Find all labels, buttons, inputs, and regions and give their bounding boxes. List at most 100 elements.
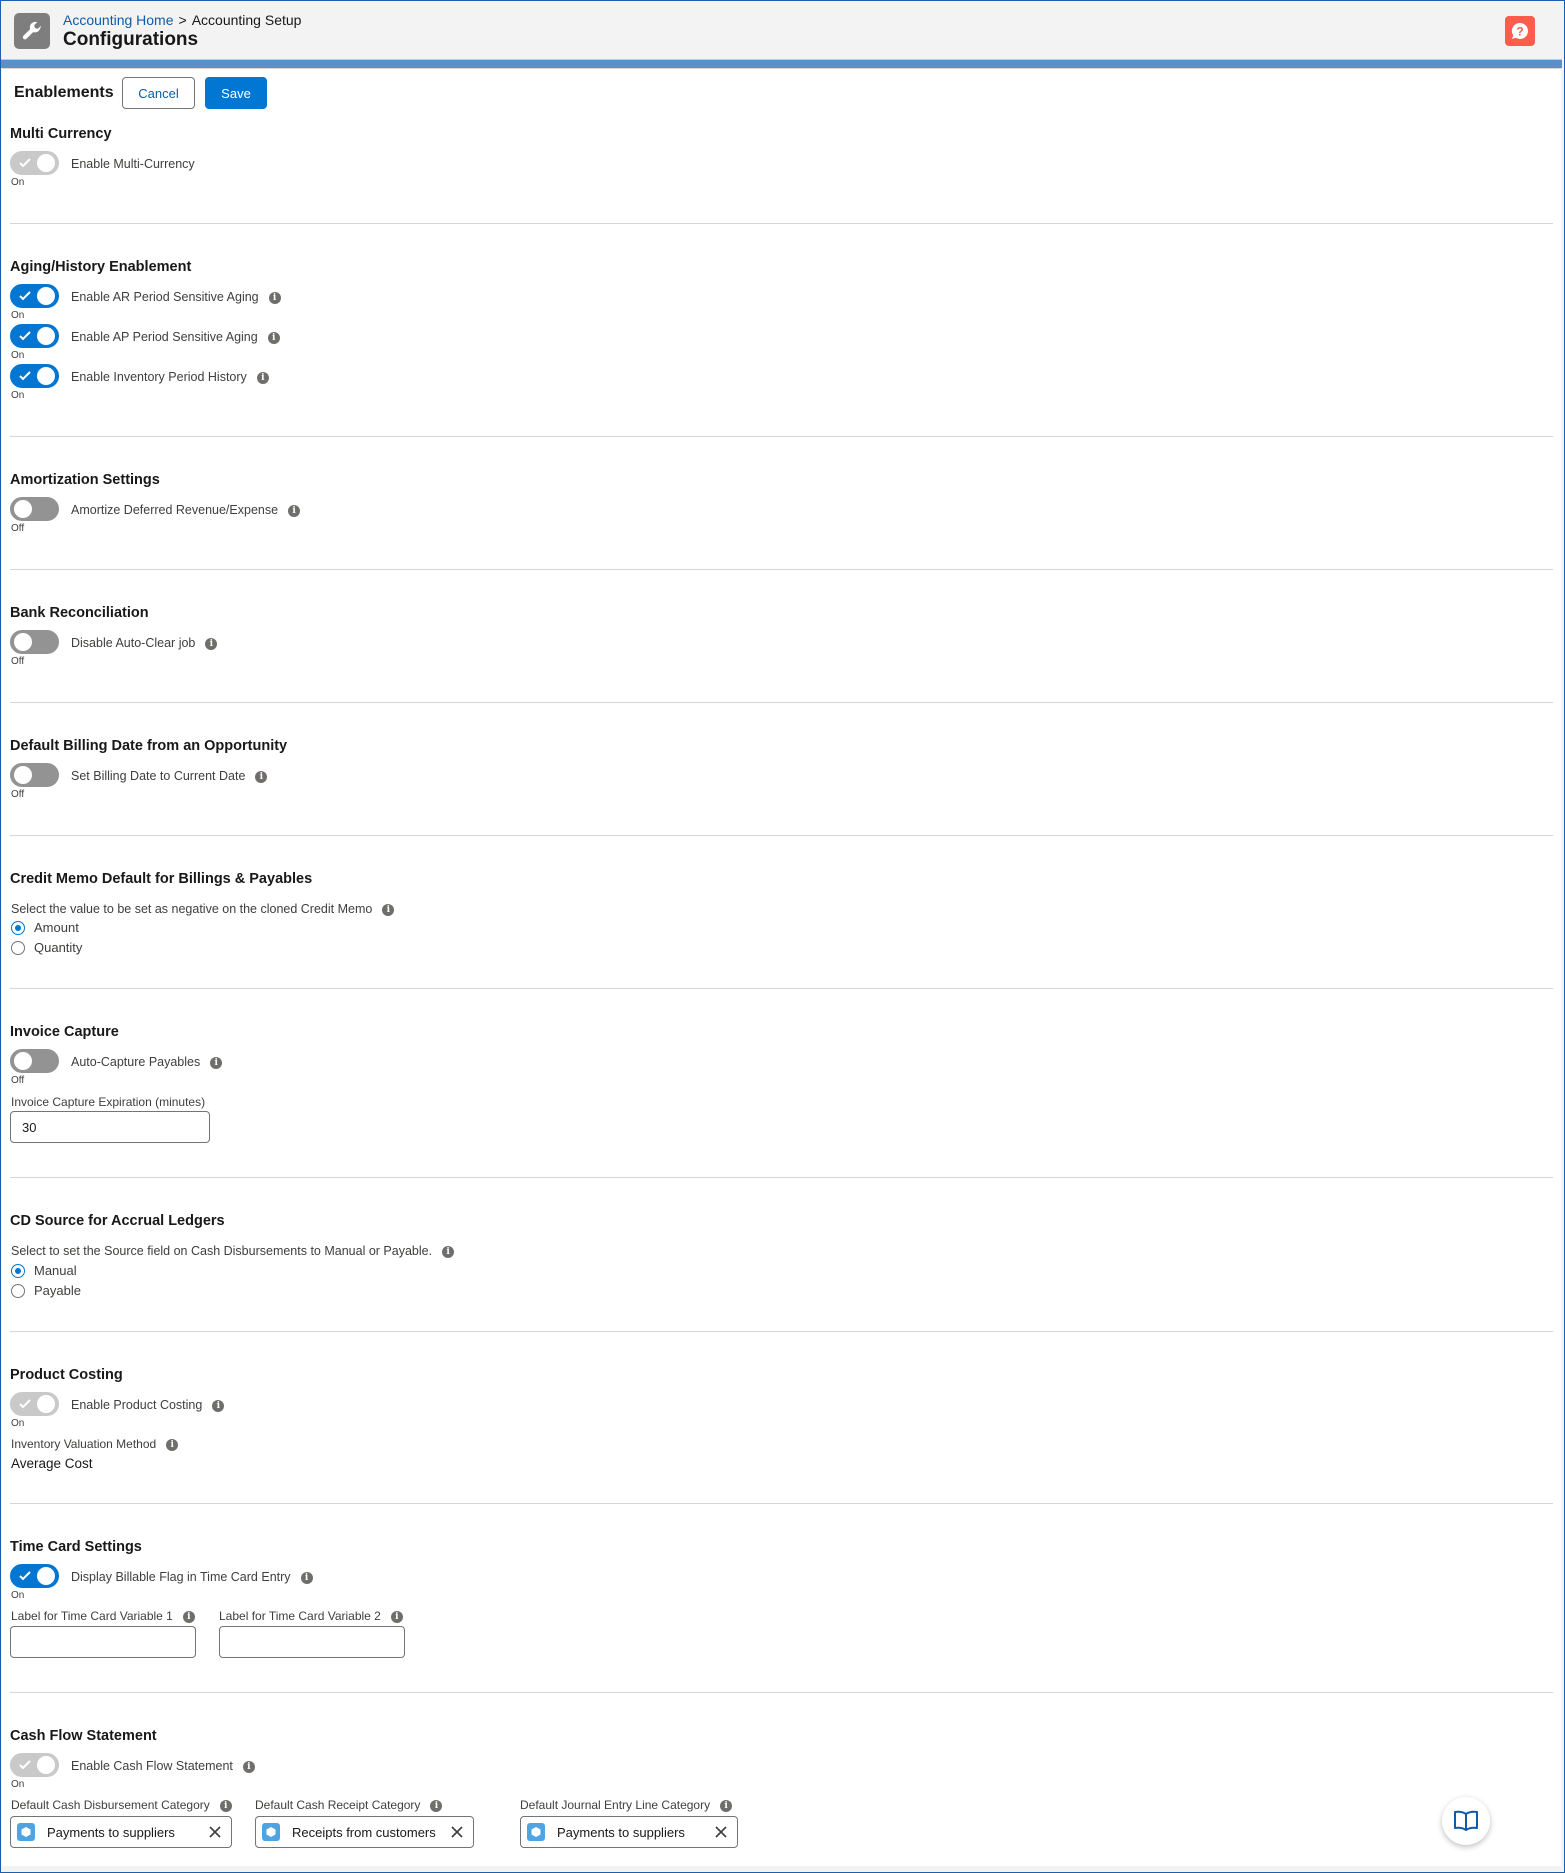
multi-currency-state: On <box>11 177 25 188</box>
section-divider <box>10 436 1553 437</box>
multi-currency-label: Enable Multi-Currency <box>71 157 195 171</box>
expiration-input[interactable] <box>10 1111 210 1143</box>
breadcrumb-current: Accounting Setup <box>191 12 302 28</box>
section-divider <box>10 702 1553 703</box>
info-icon[interactable]: i <box>242 1760 255 1773</box>
info-icon[interactable]: i <box>210 1056 223 1069</box>
receipt-category-lookup[interactable]: Receipts from customers <box>255 1816 474 1848</box>
time-card-var1-label: Label for Time Card Variable 1 i <box>11 1609 195 1623</box>
multi-currency-toggle[interactable] <box>10 151 59 175</box>
time-card-var1-input[interactable] <box>10 1626 196 1658</box>
credit-memo-description: Select the value to be set as negative o… <box>11 902 395 916</box>
credit-memo-option-quantity-label: Quantity <box>34 940 83 955</box>
amortization-state: Off <box>11 523 25 534</box>
product-costing-title: Product Costing <box>10 1367 123 1383</box>
billing-date-toggle[interactable] <box>10 763 59 787</box>
clear-selection-icon[interactable] <box>451 1826 463 1838</box>
time-card-var2-input[interactable] <box>219 1626 405 1658</box>
cash-flow-label: Enable Cash Flow Statement i <box>71 1759 255 1773</box>
category-object-icon <box>527 1823 545 1841</box>
amortization-label-text: Amortize Deferred Revenue/Expense <box>71 503 279 517</box>
help-button[interactable]: ? <box>1505 16 1535 46</box>
section-divider <box>10 1177 1553 1178</box>
info-icon[interactable]: i <box>255 770 268 783</box>
product-costing-toggle[interactable] <box>10 1392 59 1416</box>
disbursement-category-label: Default Cash Disbursement Category i <box>11 1798 232 1812</box>
expiration-label: Invoice Capture Expiration (minutes) <box>11 1095 206 1109</box>
auto-clear-label: Disable Auto-Clear job i <box>71 636 218 650</box>
ar-aging-label-text: Enable AR Period Sensitive Aging <box>71 290 259 304</box>
billable-flag-label-text: Display Billable Flag in Time Card Entry <box>71 1570 291 1584</box>
product-costing-state: On <box>11 1418 25 1429</box>
valuation-method-value: Average Cost <box>11 1456 93 1471</box>
info-icon[interactable]: i <box>300 1571 313 1584</box>
cash-flow-toggle[interactable] <box>10 1753 59 1777</box>
cd-source-title: CD Source for Accrual Ledgers <box>10 1213 225 1229</box>
clear-selection-icon[interactable] <box>209 1826 221 1838</box>
info-icon[interactable]: i <box>256 371 269 384</box>
credit-memo-description-text: Select the value to be set as negative o… <box>11 902 373 916</box>
info-icon[interactable]: i <box>166 1438 179 1451</box>
cancel-button[interactable]: Cancel <box>122 77 195 109</box>
info-icon[interactable]: i <box>182 1610 195 1623</box>
ap-aging-state: On <box>11 350 25 361</box>
receipt-category-value: Receipts from customers <box>292 1824 436 1840</box>
cd-source-option-payable[interactable]: Payable <box>11 1283 81 1298</box>
info-icon[interactable]: i <box>390 1610 403 1623</box>
time-card-var2-label-text: Label for Time Card Variable 2 <box>219 1609 381 1623</box>
wrench-icon <box>14 13 50 49</box>
inventory-history-toggle[interactable] <box>10 364 59 388</box>
credit-memo-option-quantity[interactable]: Quantity <box>11 940 82 955</box>
receipt-category-label-text: Default Cash Receipt Category <box>255 1798 421 1812</box>
valuation-method-label-text: Inventory Valuation Method <box>11 1437 157 1451</box>
multi-currency-title: Multi Currency <box>10 126 112 142</box>
info-icon[interactable]: i <box>288 504 301 517</box>
open-book-button[interactable] <box>1442 1797 1490 1845</box>
credit-memo-option-amount[interactable]: Amount <box>11 920 79 935</box>
billable-flag-state: On <box>11 1590 25 1601</box>
cd-source-option-manual[interactable]: Manual <box>11 1263 77 1278</box>
aging-title: Aging/History Enablement <box>10 259 192 275</box>
info-icon[interactable]: i <box>205 637 218 650</box>
section-divider <box>10 1692 1553 1693</box>
info-icon[interactable]: i <box>382 903 395 916</box>
billable-flag-toggle[interactable] <box>10 1564 59 1588</box>
ar-aging-state: On <box>11 310 25 321</box>
info-icon[interactable]: i <box>720 1799 733 1812</box>
cash-flow-state: On <box>11 1779 25 1790</box>
disbursement-category-value: Payments to suppliers <box>47 1824 175 1840</box>
ar-aging-toggle[interactable] <box>10 284 59 308</box>
info-icon[interactable]: i <box>430 1799 443 1812</box>
info-icon[interactable]: i <box>267 331 280 344</box>
auto-clear-toggle[interactable] <box>10 630 59 654</box>
radio-unselected-icon <box>11 940 25 955</box>
enablements-card: Enablements Cancel Save Multi Currency E… <box>2 68 1561 1866</box>
category-object-icon <box>17 1823 35 1841</box>
cd-source-option-payable-label: Payable <box>34 1283 81 1298</box>
radio-selected-icon <box>11 920 25 935</box>
disbursement-category-lookup[interactable]: Payments to suppliers <box>10 1816 232 1848</box>
disbursement-category-label-text: Default Cash Disbursement Category <box>11 1798 210 1812</box>
section-divider <box>10 223 1553 224</box>
info-icon[interactable]: i <box>442 1245 455 1258</box>
svg-text:?: ? <box>1516 25 1523 39</box>
open-book-icon <box>1454 1810 1478 1831</box>
info-icon[interactable]: i <box>219 1799 232 1812</box>
cash-flow-label-text: Enable Cash Flow Statement <box>71 1759 233 1773</box>
save-button[interactable]: Save <box>205 77 267 109</box>
info-icon[interactable]: i <box>212 1399 225 1412</box>
journal-category-lookup[interactable]: Payments to suppliers <box>520 1816 738 1848</box>
billable-flag-label: Display Billable Flag in Time Card Entry… <box>71 1570 313 1584</box>
breadcrumb: Accounting Home > Accounting Setup <box>63 12 301 28</box>
journal-category-label-text: Default Journal Entry Line Category <box>520 1798 711 1812</box>
ap-aging-toggle[interactable] <box>10 324 59 348</box>
auto-capture-toggle[interactable] <box>10 1049 59 1073</box>
clear-selection-icon[interactable] <box>715 1826 727 1838</box>
cash-flow-title: Cash Flow Statement <box>10 1728 157 1744</box>
receipt-category-label: Default Cash Receipt Category i <box>255 1798 443 1812</box>
info-icon[interactable]: i <box>268 291 281 304</box>
category-object-icon <box>262 1823 280 1841</box>
breadcrumb-home-link[interactable]: Accounting Home <box>63 12 174 28</box>
inventory-history-label-text: Enable Inventory Period History <box>71 370 247 384</box>
amortization-toggle[interactable] <box>10 497 59 521</box>
